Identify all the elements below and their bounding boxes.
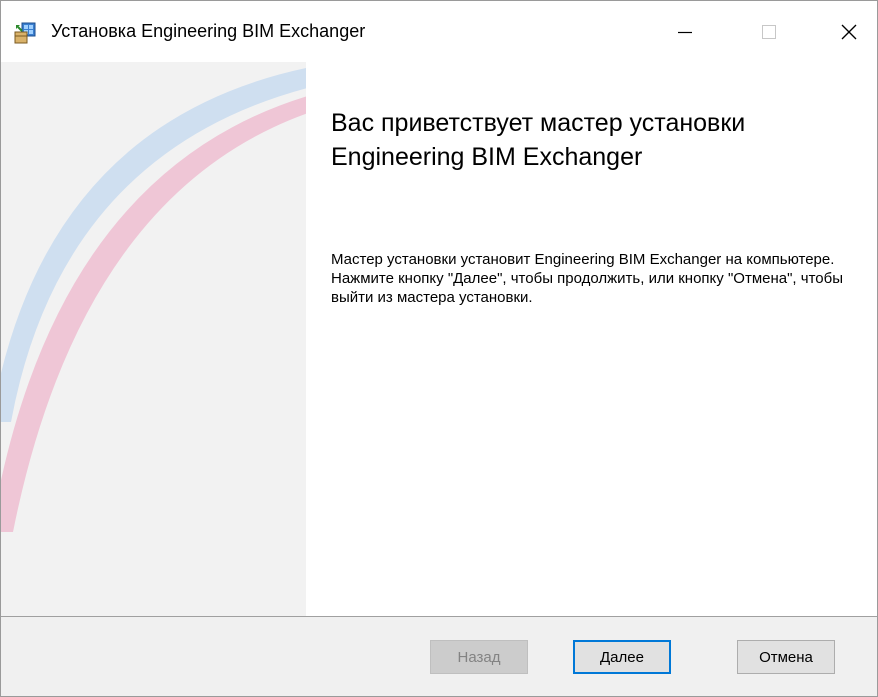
title-bar[interactable]: Установка Engineering BIM Exchanger: [1, 1, 877, 62]
back-button[interactable]: Назад: [430, 640, 528, 674]
close-icon: [841, 24, 857, 39]
close-button[interactable]: [819, 1, 877, 62]
next-button[interactable]: Далее: [573, 640, 671, 674]
cancel-button[interactable]: Отмена: [737, 640, 835, 674]
button-bar: Назад Далее Отмена: [1, 617, 877, 696]
welcome-description: Мастер установки установит Engineering B…: [331, 251, 843, 306]
maximize-button[interactable]: [739, 1, 799, 62]
maximize-icon: [762, 24, 776, 39]
installer-window: Установка Engineering BIM Exchanger Вас …: [0, 0, 878, 697]
window-title: Установка Engineering BIM Exchanger: [51, 21, 366, 41]
wizard-content: Вас приветствует мастер установки Engine…: [1, 62, 877, 616]
minimize-button[interactable]: [655, 1, 715, 62]
welcome-title: Вас приветствует мастер установки Engine…: [331, 109, 746, 171]
banner-panel: [1, 62, 306, 616]
main-pane: Вас приветствует мастер установки Engine…: [306, 62, 877, 616]
minimize-icon: [678, 31, 692, 33]
installer-app-icon: [13, 22, 37, 44]
banner-arcs-image: [1, 68, 306, 532]
